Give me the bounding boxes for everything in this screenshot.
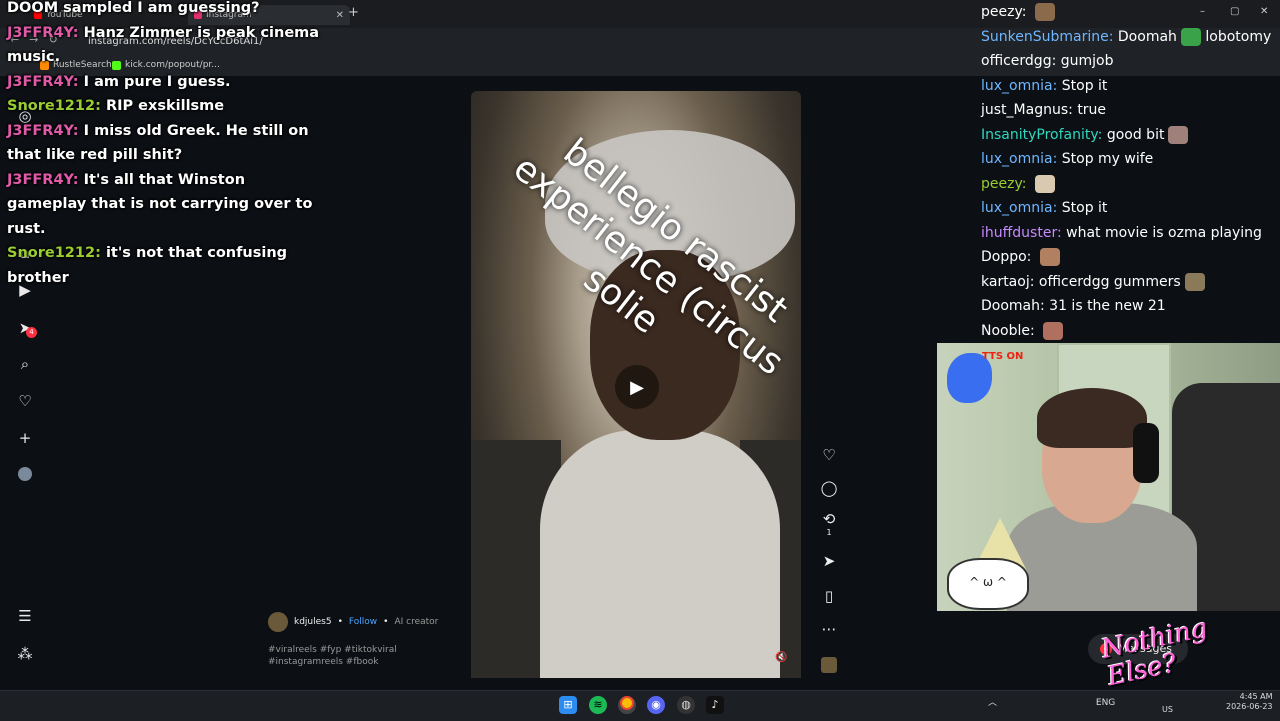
- chrome-icon[interactable]: [618, 696, 636, 714]
- author-subtitle: AI creator: [394, 617, 439, 627]
- chat-message: just_Magnus: true: [981, 102, 1107, 118]
- clock[interactable]: 4:45 AM 2026-06-23: [1226, 692, 1273, 712]
- follow-button[interactable]: Follow: [349, 617, 377, 627]
- new-tab-button[interactable]: +: [348, 5, 359, 20]
- author-name[interactable]: kdjules5: [294, 617, 332, 627]
- chat-message: lux_omnia: Stop it: [981, 77, 1108, 94]
- emote-icon: [1043, 321, 1064, 340]
- webcam-feed: TTS ON ^ ω ^: [937, 343, 1280, 611]
- chat-message: DOOM sampled I am guessing?: [7, 0, 260, 16]
- more-options-icon[interactable]: ⋯: [820, 620, 838, 638]
- tray-region: US: [1162, 705, 1173, 714]
- play-button[interactable]: ▶: [615, 365, 659, 409]
- profile-avatar[interactable]: [16, 467, 34, 485]
- share-icon[interactable]: ➤: [820, 552, 838, 570]
- emote-icon: [1034, 3, 1055, 21]
- clock-time: 4:45 AM: [1239, 692, 1273, 701]
- messages-icon[interactable]: ➤ 4: [16, 319, 37, 338]
- menu-icon[interactable]: ☰: [16, 607, 34, 625]
- clock-date: 2026-06-23: [1226, 702, 1273, 711]
- tts-badge: TTS ON: [982, 351, 1024, 362]
- mascot-face-icon: ^ ω ^: [947, 558, 1029, 610]
- emote-icon: [1034, 174, 1055, 193]
- windows-start-icon[interactable]: ⊞: [559, 696, 577, 714]
- like-icon[interactable]: ♡: [820, 446, 838, 464]
- comment-icon[interactable]: ◯: [820, 479, 838, 497]
- chat-message: kartaoj: officerdgg gummers: [981, 270, 1280, 295]
- chat-message: J3FFR4Y: I am pure I guess.: [7, 73, 231, 90]
- chevron-up-icon[interactable]: ︿: [988, 698, 997, 708]
- chat-message: peezy:: [981, 172, 1280, 197]
- heart-icon[interactable]: ♡: [16, 392, 34, 410]
- chat-message: J3FFR4Y: It's all that Winston gameplay …: [7, 171, 313, 237]
- system-tray[interactable]: ︿ ENG: [988, 695, 1115, 708]
- emote-icon: [1039, 248, 1060, 266]
- chat-message: Doomah: 31 is the new 21: [981, 298, 1166, 314]
- chat-message: Nooble:: [981, 319, 1280, 344]
- emote-icon: [1180, 27, 1201, 46]
- apps-icon[interactable]: ⁂: [16, 645, 34, 663]
- right-chat: peezy: SunkenSubmarine: Doomah lobotomy …: [981, 0, 1280, 343]
- mute-icon[interactable]: 🔇: [775, 652, 787, 663]
- chat-message: InsanityProfanity: good bit: [981, 123, 1280, 148]
- chat-message: Snore1212: RIP exskillsme: [7, 98, 225, 114]
- spotify-icon[interactable]: ≋: [589, 696, 607, 714]
- chat-message: Doppo:: [981, 245, 1280, 270]
- tray-lang: ENG: [1095, 698, 1116, 708]
- emote-icon: [1168, 125, 1189, 144]
- repost-count: 1: [826, 528, 832, 537]
- tiktok-icon[interactable]: ♪: [706, 696, 724, 714]
- chat-message: lux_omnia: Stop it: [981, 200, 1108, 216]
- discord-icon[interactable]: ◉: [647, 696, 665, 714]
- chat-message: peezy:: [981, 0, 1280, 25]
- chat-message: Snore1212: it's not that confusing broth…: [7, 245, 288, 286]
- search-icon[interactable]: ⌕: [16, 355, 34, 373]
- chat-message: officerdgg: gumjob: [981, 53, 1114, 69]
- create-icon[interactable]: +: [16, 429, 34, 447]
- video-shirt: [540, 430, 780, 678]
- audio-thumbnail[interactable]: [821, 657, 837, 673]
- repost-icon[interactable]: ⟲: [820, 510, 838, 528]
- webcam-person-hair: [1037, 388, 1147, 448]
- reel-hashtags[interactable]: #viralreels #fyp #tiktokviral #instagram…: [268, 644, 468, 668]
- notification-badge: 4: [26, 327, 37, 338]
- chat-message: ihuffduster: what movie is ozma playing: [981, 224, 1262, 241]
- reel-author: kdjules5 • Follow • AI creator: [268, 612, 438, 632]
- save-icon[interactable]: ▯: [820, 587, 838, 605]
- close-tab-icon[interactable]: ✕: [336, 10, 344, 21]
- emote-icon: [1184, 272, 1205, 291]
- chat-message: J3FFR4Y: Hanz Zimmer is peak cinema musi…: [7, 24, 320, 66]
- obs-icon[interactable]: ◍: [677, 696, 695, 714]
- left-chat-overlay: DOOM sampled I am guessing? J3FFR4Y: Han…: [7, 0, 327, 290]
- chat-message: lux_omnia: Stop my wife: [981, 151, 1154, 167]
- author-avatar[interactable]: [268, 612, 288, 632]
- chat-message: SunkenSubmarine: Doomah lobotomy: [981, 27, 1272, 46]
- headset-icon: [1133, 423, 1159, 483]
- play-icon: ▶: [630, 376, 644, 398]
- chat-message: J3FFR4Y: I miss old Greek. He still on t…: [7, 122, 309, 164]
